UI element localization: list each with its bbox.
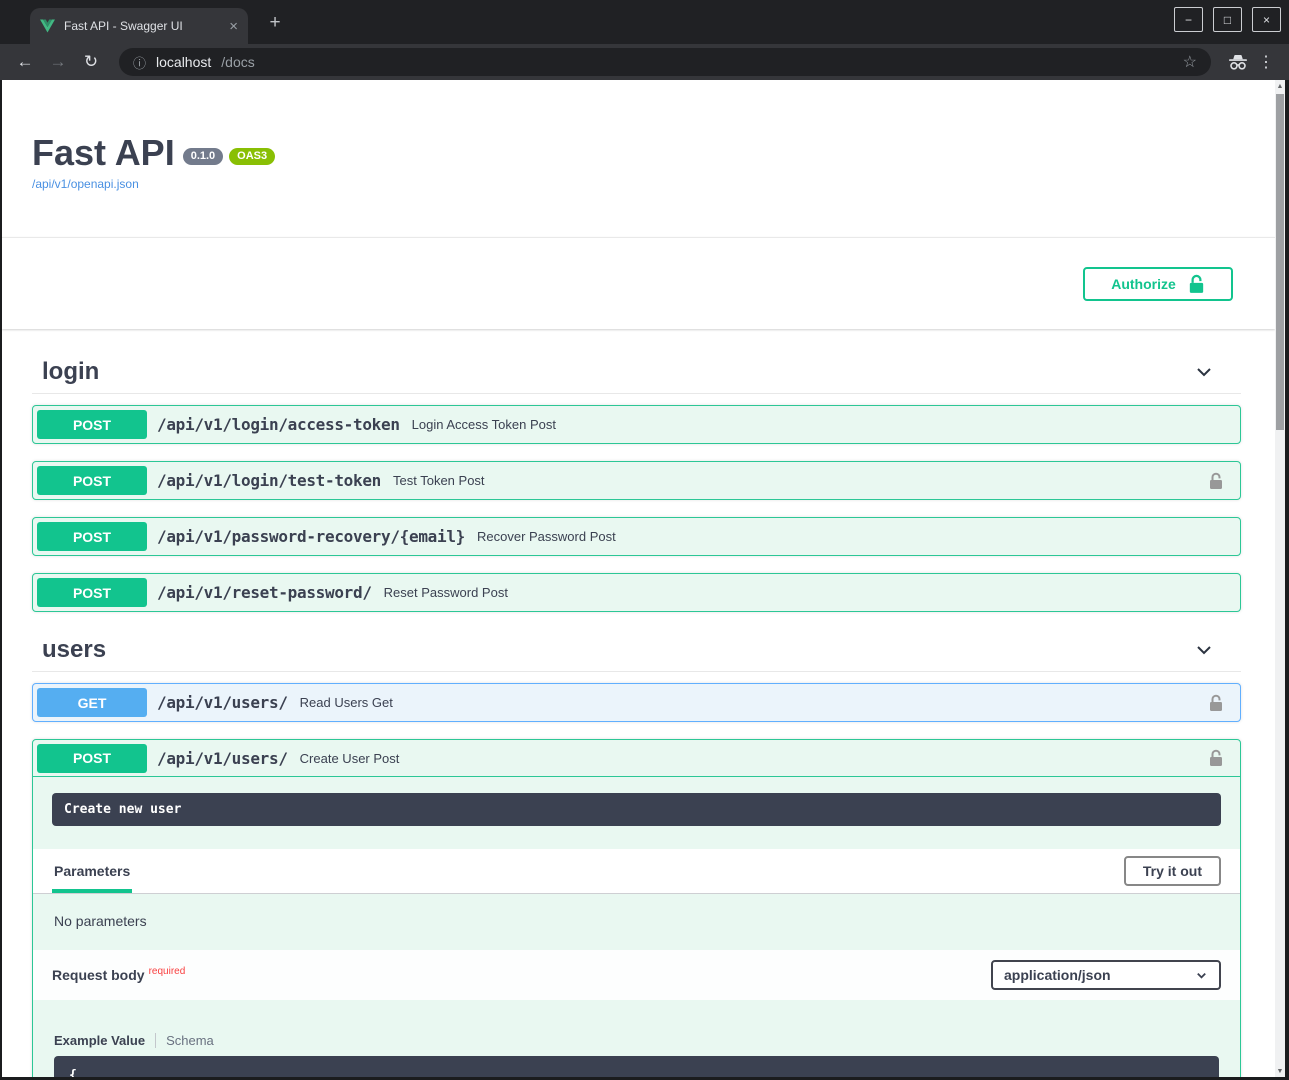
url-bar[interactable]: ⓘ localhost /docs ☆ [119, 48, 1211, 76]
tab-close-icon[interactable]: × [229, 18, 238, 35]
scrollbar-down-icon[interactable]: ▼ [1275, 1065, 1285, 1077]
maximize-button[interactable]: □ [1213, 7, 1242, 32]
opblock-reset-password[interactable]: POST /api/v1/reset-password/ Reset Passw… [32, 573, 1241, 612]
request-body-label: Request body [52, 967, 145, 983]
schema-tab[interactable]: Schema [155, 1033, 214, 1048]
select-chevron-icon [1195, 969, 1208, 982]
bookmark-star-icon[interactable]: ☆ [1183, 52, 1197, 72]
swagger-page: Fast API 0.1.0 OAS3 /api/v1/openapi.json A… [2, 80, 1275, 1077]
method-badge: GET [37, 688, 147, 717]
page-scrollbar[interactable]: ▲ ▼ [1275, 80, 1285, 1077]
version-badge: 0.1.0 [183, 148, 223, 165]
minimize-button[interactable]: − [1174, 7, 1203, 32]
op-path: /api/v1/password-recovery/{email} [157, 527, 465, 546]
op-path: /api/v1/users/ [157, 693, 288, 712]
authorize-button[interactable]: Authorize [1083, 267, 1233, 301]
method-badge: POST [37, 410, 147, 439]
window-controls: − □ × [1174, 7, 1281, 32]
lock-icon[interactable] [1209, 694, 1223, 712]
try-it-out-button[interactable]: Try it out [1124, 856, 1221, 886]
scrollbar-thumb[interactable] [1276, 94, 1284, 430]
method-badge: POST [37, 466, 147, 495]
media-type-select[interactable]: application/json [991, 960, 1221, 990]
op-summary: Recover Password Post [477, 529, 616, 544]
section-title: login [42, 358, 99, 386]
op-summary: Test Token Post [393, 473, 485, 488]
opblock-body: Create new user Parameters Try it out No… [33, 777, 1240, 1077]
example-value-tab[interactable]: Example Value [54, 1033, 155, 1048]
method-badge: POST [37, 578, 147, 607]
method-badge: POST [37, 744, 147, 773]
opblock-password-recovery[interactable]: POST /api/v1/password-recovery/{email} R… [32, 517, 1241, 556]
opblock-read-users[interactable]: GET /api/v1/users/ Read Users Get [32, 683, 1241, 722]
scheme-container: Authorize [2, 237, 1275, 329]
lock-icon[interactable] [1209, 749, 1223, 767]
op-summary: Reset Password Post [384, 585, 508, 600]
parameters-bar: Parameters Try it out [33, 849, 1240, 894]
url-host: localhost [156, 54, 211, 70]
lock-icon[interactable] [1209, 472, 1223, 490]
tab-strip: Fast API - Swagger UI × + − □ × [0, 0, 1289, 44]
opblock-login-access-token[interactable]: POST /api/v1/login/access-token Login Ac… [32, 405, 1241, 444]
no-parameters-text: No parameters [52, 894, 1221, 950]
section-title: users [42, 636, 106, 664]
tab-title: Fast API - Swagger UI [64, 19, 223, 33]
scrollbar-up-icon[interactable]: ▲ [1275, 80, 1285, 92]
example-code-block[interactable]: { [54, 1056, 1219, 1077]
browser-tab[interactable]: Fast API - Swagger UI × [30, 8, 248, 44]
op-path: /api/v1/login/test-token [157, 471, 381, 490]
parameters-tab[interactable]: Parameters [52, 849, 132, 893]
page-viewport: Fast API 0.1.0 OAS3 /api/v1/openapi.json A… [2, 80, 1285, 1077]
op-summary: Login Access Token Post [412, 417, 556, 432]
required-label: required [149, 966, 186, 977]
section-header-login[interactable]: login [32, 351, 1241, 394]
site-info-icon[interactable]: ⓘ [133, 53, 146, 72]
oas-badge: OAS3 [229, 148, 275, 165]
unlock-icon [1188, 274, 1205, 294]
openapi-spec-link[interactable]: /api/v1/openapi.json [32, 177, 139, 191]
media-type-value: application/json [1004, 967, 1111, 983]
opblock-login-test-token[interactable]: POST /api/v1/login/test-token Test Token… [32, 461, 1241, 500]
forward-icon[interactable]: → [45, 52, 71, 72]
section-operations-users: GET /api/v1/users/ Read Users Get [32, 672, 1241, 1077]
page-title: Fast API [32, 132, 175, 173]
browser-toolbar: ← → ↻ ⓘ localhost /docs ☆ ⋮ [0, 44, 1289, 80]
favicon-icon [40, 19, 55, 33]
browser-menu-icon[interactable]: ⋮ [1255, 52, 1277, 72]
op-path: /api/v1/users/ [157, 749, 288, 768]
chevron-down-icon[interactable] [1194, 362, 1214, 382]
opblock-create-user-header[interactable]: POST /api/v1/users/ Create User Post [33, 740, 1240, 777]
new-tab-button[interactable]: + [263, 11, 287, 35]
chevron-down-icon[interactable] [1194, 640, 1214, 660]
op-path: /api/v1/reset-password/ [157, 583, 372, 602]
badges: 0.1.0 OAS3 [183, 148, 275, 165]
authorize-label: Authorize [1111, 276, 1176, 292]
section-header-users[interactable]: users [32, 629, 1241, 672]
model-tabs: Example Value Schema [54, 1032, 1219, 1048]
operations-wrapper: login POST /api/v1/login/access-token Lo… [32, 351, 1241, 1077]
section-operations-login: POST /api/v1/login/access-token Login Ac… [32, 394, 1241, 612]
url-path: /docs [221, 54, 254, 70]
opblock-create-user-expanded: POST /api/v1/users/ Create User Post [32, 739, 1241, 1077]
browser-window: Fast API - Swagger UI × + − □ × ← → ↻ ⓘ … [0, 0, 1289, 1080]
operation-description: Create new user [52, 793, 1221, 826]
back-icon[interactable]: ← [12, 52, 38, 72]
reload-icon[interactable]: ↻ [78, 52, 104, 72]
close-button[interactable]: × [1252, 7, 1281, 32]
op-path: /api/v1/login/access-token [157, 415, 400, 434]
method-badge: POST [37, 522, 147, 551]
api-info: Fast API 0.1.0 OAS3 /api/v1/openapi.json [2, 80, 1275, 191]
op-summary: Create User Post [300, 751, 400, 766]
op-summary: Read Users Get [300, 695, 393, 710]
request-body-bar: Request body required application/json [33, 950, 1240, 1000]
incognito-icon [1227, 54, 1249, 71]
example-area: Example Value Schema { [52, 1000, 1221, 1077]
